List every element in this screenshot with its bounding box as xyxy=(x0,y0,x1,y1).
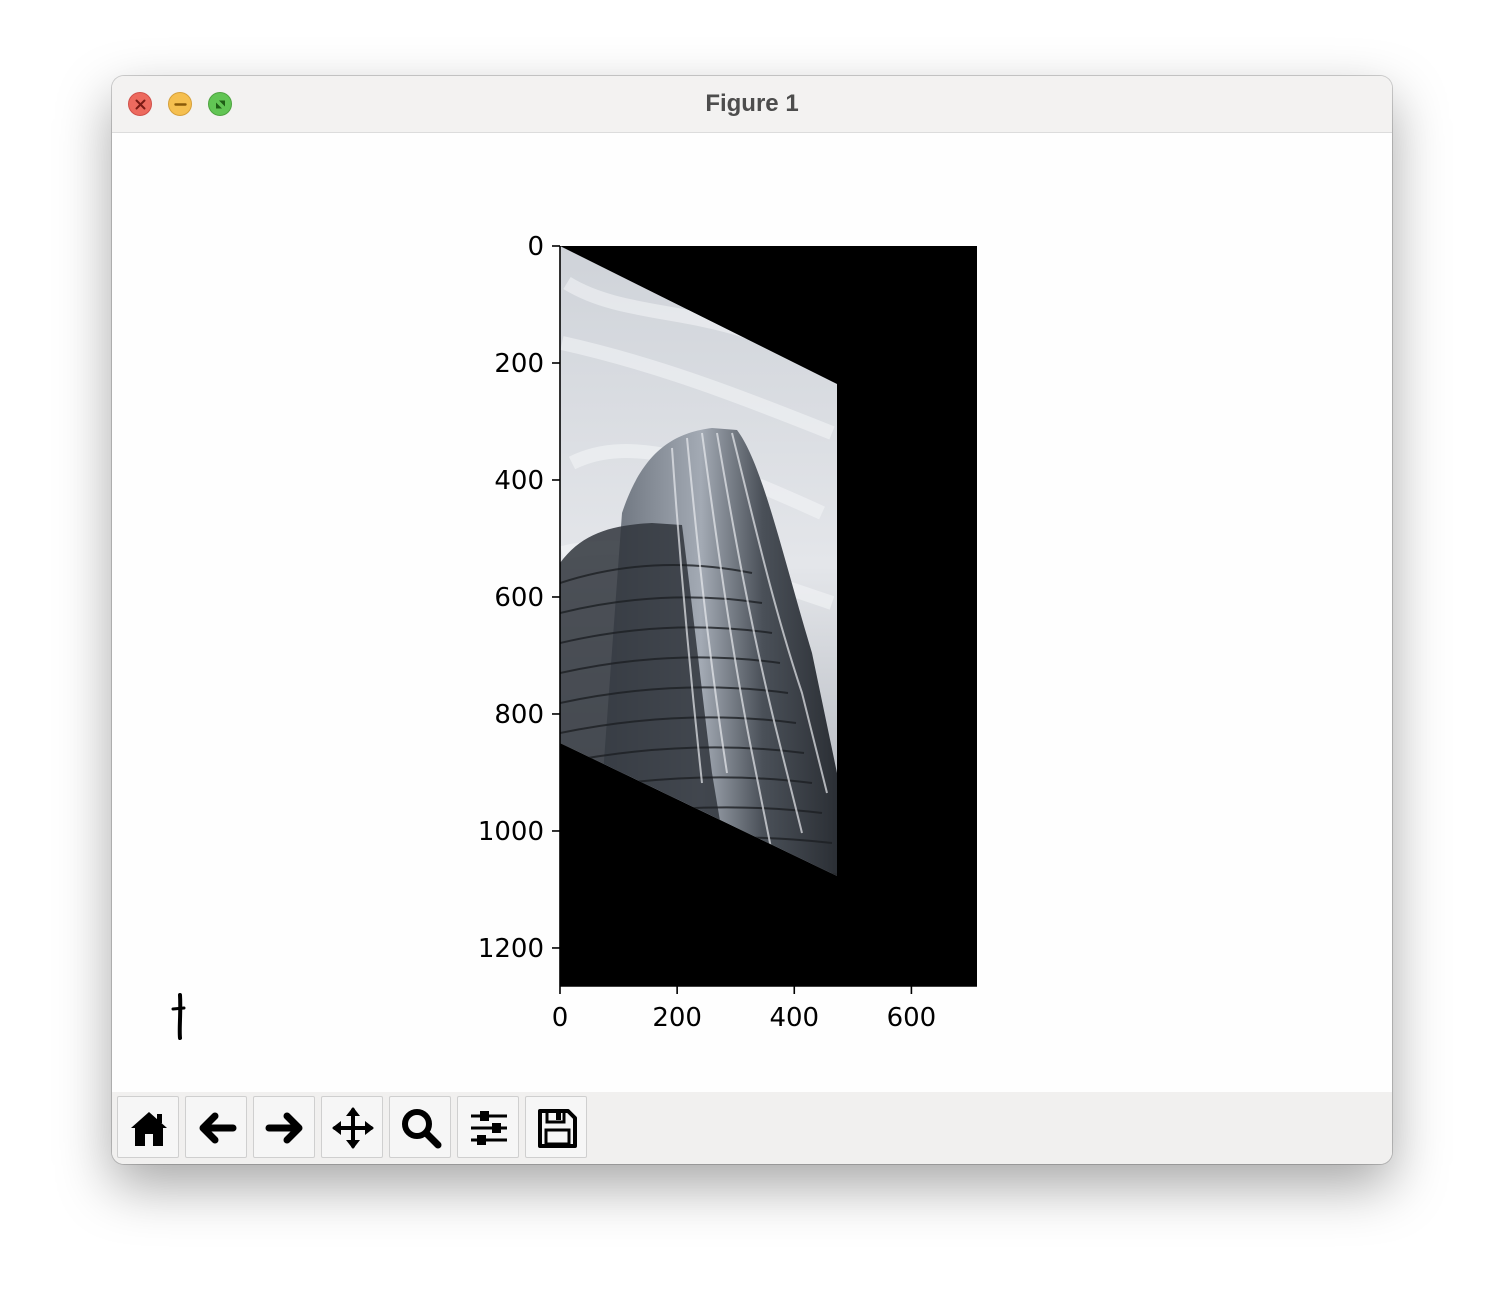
x-tick-label: 0 xyxy=(552,1003,569,1033)
x-tick-label: 400 xyxy=(769,1003,819,1033)
y-axis-ticks: 0 200 400 600 800 1000 1200 xyxy=(478,232,560,964)
plot-area: 0 200 400 600 800 1000 1200 0 200 400 600 xyxy=(171,232,977,1040)
save-button[interactable] xyxy=(525,1096,587,1158)
navigation-toolbar xyxy=(112,1092,1392,1164)
x-axis-ticks: 0 200 400 600 xyxy=(552,986,936,1033)
configure-subplots-button[interactable] xyxy=(457,1096,519,1158)
x-tick-label: 600 xyxy=(887,1003,937,1033)
arrow-right-icon xyxy=(265,1112,303,1144)
y-tick-label: 600 xyxy=(494,583,544,613)
title-bar[interactable]: Figure 1 xyxy=(112,76,1392,133)
corner-mark-dagger xyxy=(171,993,186,1040)
x-tick-label: 200 xyxy=(652,1003,702,1033)
y-tick-label: 800 xyxy=(494,700,544,730)
sliders-icon xyxy=(471,1111,507,1145)
figure-canvas[interactable]: 0 200 400 600 800 1000 1200 0 200 400 600 xyxy=(112,133,1392,1092)
move-icon xyxy=(332,1107,374,1149)
figure-window: Figure 1 0 200 400 600 800 1000 1200 0 2… xyxy=(112,76,1392,1164)
floppy-disk-icon xyxy=(538,1109,577,1148)
y-tick-label: 0 xyxy=(527,232,544,262)
y-tick-label: 200 xyxy=(494,349,544,379)
y-tick-label: 1000 xyxy=(478,817,544,847)
pan-button[interactable] xyxy=(321,1096,383,1158)
arrow-left-icon xyxy=(199,1112,237,1144)
window-title: Figure 1 xyxy=(705,90,799,117)
y-tick-label: 400 xyxy=(494,466,544,496)
home-button[interactable] xyxy=(117,1096,179,1158)
forward-button[interactable] xyxy=(253,1096,315,1158)
zoom-tool-button[interactable] xyxy=(389,1096,451,1158)
y-tick-label: 1200 xyxy=(478,934,544,964)
back-button[interactable] xyxy=(185,1096,247,1158)
home-icon xyxy=(131,1112,167,1146)
magnifier-icon xyxy=(402,1109,442,1149)
